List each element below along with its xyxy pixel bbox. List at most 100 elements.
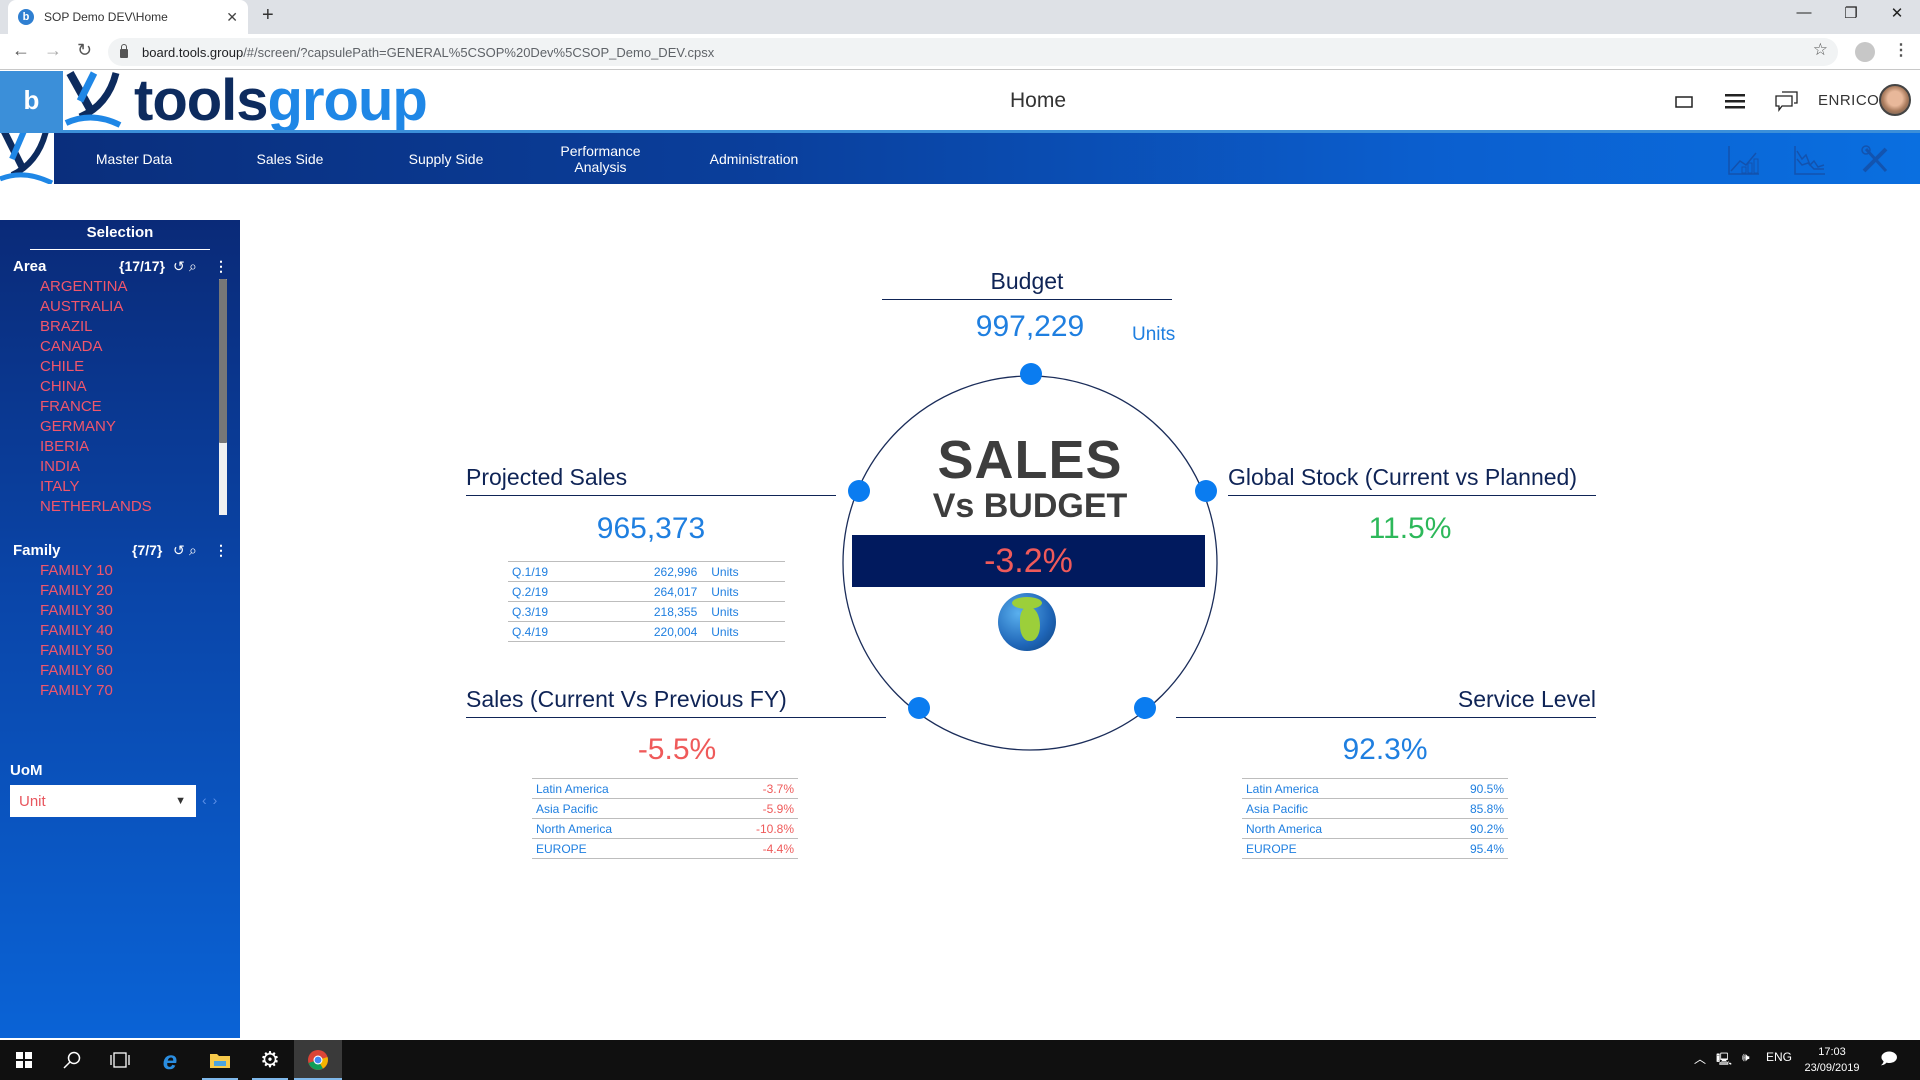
area-list-item[interactable]: AUSTRALIA <box>40 298 152 318</box>
chat-icon[interactable] <box>1775 90 1799 117</box>
area-list-item[interactable]: BRAZIL <box>40 318 152 338</box>
uom-prev-next-arrows[interactable]: ‹› <box>202 792 223 808</box>
profile-icon[interactable] <box>1855 42 1875 62</box>
area-scrollbar[interactable] <box>219 279 227 515</box>
service-level-title: Service Level <box>1176 686 1596 718</box>
nav-administration[interactable]: Administration <box>694 133 814 184</box>
family-list-item[interactable]: FAMILY 60 <box>40 662 113 682</box>
taskbar-clock[interactable]: 17:03 23/09/2019 <box>1800 1044 1864 1076</box>
ring-dot-left <box>848 480 870 502</box>
network-icon[interactable]: 🖳 <box>1716 1050 1732 1071</box>
line-chart-icon[interactable] <box>1794 145 1826 180</box>
uom-dropdown[interactable]: Unit ▼ <box>10 785 196 817</box>
sales-vs-prev-title: Sales (Current Vs Previous FY) <box>466 686 886 718</box>
minimize-icon[interactable]: — <box>1784 4 1824 21</box>
search-icon[interactable] <box>48 1040 96 1080</box>
settings-gear-icon[interactable]: ⚙ <box>246 1040 294 1080</box>
fullscreen-icon[interactable] <box>1675 95 1693 113</box>
family-list-item[interactable]: FAMILY 70 <box>40 682 113 702</box>
family-reset-icon[interactable]: ↺ <box>173 542 185 559</box>
volume-icon[interactable]: 🕪 <box>1742 1050 1750 1065</box>
area-list-item[interactable]: ARGENTINA <box>40 278 152 298</box>
row-label: North America <box>532 818 704 839</box>
area-list-item[interactable]: IBERIA <box>40 438 152 458</box>
action-center-icon[interactable]: 🗩 <box>1880 1048 1898 1075</box>
family-list-item[interactable]: FAMILY 50 <box>40 642 113 662</box>
show-hidden-icons[interactable]: ︿ <box>1694 1050 1706 1067</box>
file-explorer-icon[interactable] <box>196 1040 244 1080</box>
windows-taskbar: e ⚙ ︿ 🖳 🕪 ENG 17:03 23/09/2019 🗩 <box>0 1040 1920 1080</box>
row-value: -4.4% <box>703 838 798 859</box>
row-label: Asia Pacific <box>1242 798 1420 819</box>
area-reset-icon[interactable]: ↺ <box>173 258 185 275</box>
area-scroll-thumb[interactable] <box>219 279 227 443</box>
row-label: Q.4/19 <box>508 621 598 642</box>
board-menu-button[interactable]: b <box>0 71 63 130</box>
uom-next-icon[interactable]: › <box>213 792 224 808</box>
browser-tab[interactable]: b SOP Demo DEV\Home ✕ <box>8 0 248 34</box>
internet-explorer-icon[interactable]: e <box>146 1040 194 1080</box>
table-row: North America -10.8% <box>532 818 798 839</box>
logo-text-group: group <box>267 67 428 133</box>
table-row: Asia Pacific 85.8% <box>1242 798 1508 819</box>
family-list-item[interactable]: FAMILY 10 <box>40 562 113 582</box>
sales-vs-budget-band: -3.2% <box>852 535 1205 587</box>
nav-master-data[interactable]: Master Data <box>84 133 184 184</box>
table-row: North America 90.2% <box>1242 818 1508 839</box>
family-list-item[interactable]: FAMILY 20 <box>40 582 113 602</box>
area-list-item[interactable]: CHINA <box>40 378 152 398</box>
area-more-icon[interactable]: ⋮ <box>214 258 228 275</box>
sales-vs-prev-value: -5.5% <box>637 733 717 766</box>
area-list-item[interactable]: CANADA <box>40 338 152 358</box>
nav-supply-side[interactable]: Supply Side <box>396 133 496 184</box>
family-search-icon[interactable]: ⌕ <box>189 542 197 559</box>
area-selector-header: Area {17/17} ↺ ⌕ ⋮ <box>13 258 228 278</box>
row-label: Asia Pacific <box>532 798 704 819</box>
bookmark-star-icon[interactable]: ☆ <box>1813 40 1828 60</box>
close-tab-icon[interactable]: ✕ <box>226 9 238 26</box>
user-avatar[interactable] <box>1879 84 1911 116</box>
restore-icon[interactable]: ❐ <box>1831 4 1871 22</box>
browser-menu-icon[interactable]: ⋮ <box>1893 40 1909 60</box>
clock-time: 17:03 <box>1818 1046 1846 1058</box>
center-title-line1: SALES <box>937 430 1123 490</box>
forward-icon[interactable]: → <box>44 40 62 61</box>
language-indicator[interactable]: ENG <box>1766 1050 1792 1064</box>
url-host: board.tools.group <box>142 44 244 60</box>
global-stock-value: 11.5% <box>1368 512 1452 545</box>
tools-icon[interactable] <box>1860 145 1890 180</box>
family-more-icon[interactable]: ⋮ <box>214 542 228 559</box>
hamburger-menu-icon[interactable] <box>1725 93 1745 114</box>
reload-icon[interactable]: ↻ <box>77 40 92 61</box>
family-list-item[interactable]: FAMILY 30 <box>40 602 113 622</box>
area-list-item[interactable]: CHILE <box>40 358 152 378</box>
row-value: 90.2% <box>1419 818 1508 839</box>
row-label: EUROPE <box>532 838 704 859</box>
area-list-item[interactable]: GERMANY <box>40 418 152 438</box>
area-list-item[interactable]: NETHERLANDS <box>40 498 152 518</box>
uom-prev-icon[interactable]: ‹ <box>202 792 213 808</box>
task-view-icon[interactable] <box>96 1040 144 1080</box>
nav-performance-analysis[interactable]: Performance Analysis <box>548 133 653 184</box>
nav-sales-side[interactable]: Sales Side <box>240 133 340 184</box>
back-icon[interactable]: ← <box>12 40 30 61</box>
row-value: -3.7% <box>703 778 798 799</box>
toolsgroup-logo-icon <box>64 71 122 128</box>
ring-dot-right <box>1195 480 1217 502</box>
area-list-item[interactable]: ITALY <box>40 478 152 498</box>
chrome-icon[interactable] <box>294 1040 342 1080</box>
uom-selected-value: Unit <box>19 792 46 810</box>
area-list-item[interactable]: INDIA <box>40 458 152 478</box>
row-value: 218,355 <box>597 601 702 622</box>
area-search-icon[interactable]: ⌕ <box>189 258 197 275</box>
chart-growth-icon[interactable] <box>1728 145 1760 180</box>
area-list-item[interactable]: FRANCE <box>40 398 152 418</box>
toolsgroup-logo: toolsgroup <box>64 67 428 133</box>
windows-start-icon[interactable] <box>0 1040 48 1080</box>
user-name[interactable]: ENRICO <box>1818 92 1879 109</box>
family-list-item[interactable]: FAMILY 40 <box>40 622 113 642</box>
new-tab-icon[interactable]: + <box>262 4 274 27</box>
url-input[interactable]: board.tools.group/#/screen/?capsulePath=… <box>108 38 1838 66</box>
family-list: FAMILY 10 FAMILY 20 FAMILY 30 FAMILY 40 FAMI… <box>40 562 113 702</box>
close-window-icon[interactable]: ✕ <box>1877 4 1917 22</box>
